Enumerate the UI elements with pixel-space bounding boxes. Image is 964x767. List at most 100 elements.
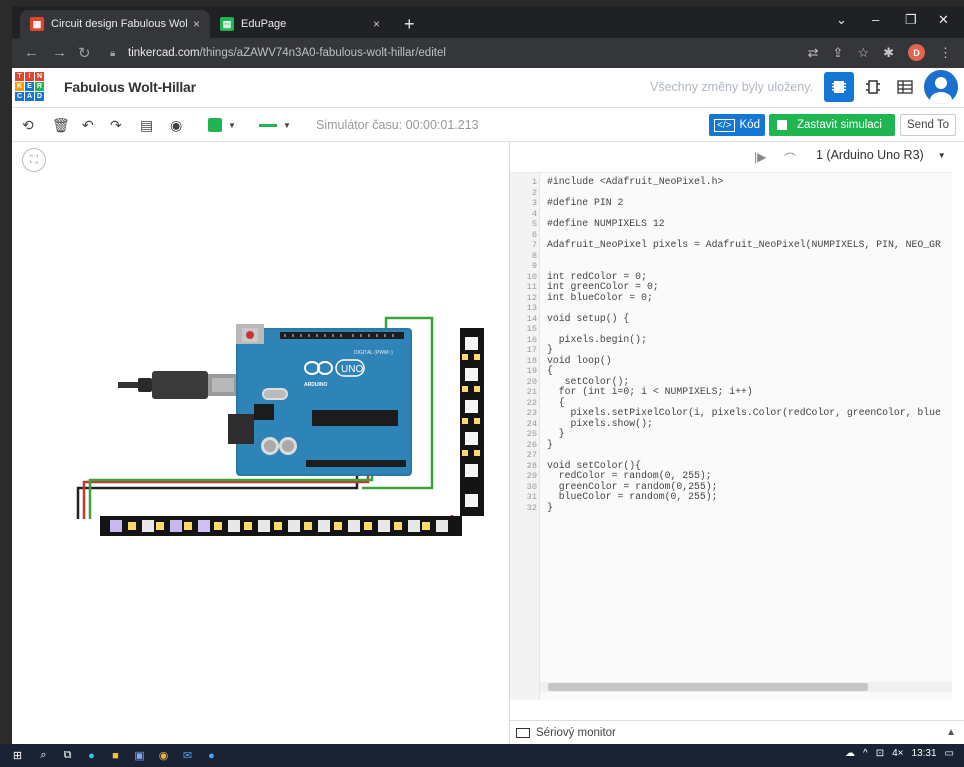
usb-cable[interactable] [118,371,238,399]
code-text: { [547,365,553,376]
send-to-button[interactable]: Send To [900,114,956,136]
code-editor[interactable]: 1 #include <Adafruit_NeoPixel.h> 2 3 #define… [510,172,952,700]
lock-icon: 🔒︎ [110,47,116,59]
code-line: 23 pixels.setPixelColor(i, pixels.Color(… [510,407,952,419]
code-line: 32} [510,502,952,514]
edge-icon[interactable]: ● [84,748,99,763]
code-line: 11 int greenColor = 0; [510,281,952,293]
clock[interactable]: 13:31 [912,748,937,759]
close-window-icon[interactable]: ✕ [938,12,949,28]
eye-icon[interactable]: ◉ [170,115,182,135]
minimize-icon[interactable]: – [872,12,879,27]
code-line: 17} [510,344,952,356]
line-number: 9 [531,261,537,271]
code-button-label: Kód [739,119,760,131]
chevron-up-icon[interactable]: ^ [863,748,868,759]
tab-title: Circuit design Fabulous Wolt-Hill [51,18,187,30]
color-picker[interactable]: ▼ [206,115,238,135]
menu-icon[interactable]: ⋮ [939,45,952,61]
uno-label: UNO [341,364,363,375]
line-number: 25 [526,429,537,439]
line-number: 31 [526,492,537,502]
volume-icon[interactable]: 4× [892,748,903,759]
wire-style-picker[interactable]: ▼ [254,115,296,135]
chrome-icon[interactable]: ◉ [156,748,171,763]
horizontal-scrollbar[interactable] [540,682,952,692]
scrollbar-thumb[interactable] [548,683,868,691]
close-icon[interactable]: × [193,17,200,31]
browser-tab-bar: ▦ Circuit design Fabulous Wolt-Hill × ▤ … [12,6,964,38]
notifications-icon[interactable]: ▭ [945,748,954,759]
extensions-icon[interactable]: ✱ [883,45,894,61]
code-line: 12 int blueColor = 0; [510,292,952,304]
serial-monitor-bar[interactable]: Sériový monitor ▲ [510,720,964,744]
code-text: pixels.setPixelColor(i, pixels.Color(red… [547,407,941,418]
restore-icon[interactable]: ❐ [905,12,917,28]
code-text: pixels.begin(); [547,333,647,345]
line-number: 3 [531,198,537,208]
tab-search-icon[interactable]: ⌄ [836,12,847,28]
star-icon[interactable]: ☆ [857,45,869,61]
address-bar: ← → ↻ 🔒︎ tinkercad.com /things/aZAWV74n3… [12,38,964,68]
logo-letter: R [35,82,44,91]
circuit-workplane[interactable]: ⛶ DIGITAL (PWM~) UNO ARDUINO [12,142,510,744]
translate-icon[interactable]: ⇄ [808,45,819,61]
code-line: 9 [510,261,952,272]
schematic-view-button[interactable] [858,72,888,102]
undo-icon[interactable]: ↶ [82,115,94,135]
vertical-scrollbar[interactable] [952,172,964,700]
tinkercad-logo[interactable]: TIN KER CAD [15,72,44,102]
line-number: 22 [526,397,537,408]
list-icon [897,80,913,94]
chevron-up-icon[interactable]: ▲ [946,727,956,738]
close-icon[interactable]: × [373,17,380,31]
debugger-icon[interactable]: |▶ [754,150,766,164]
logo-letter: N [35,72,44,81]
stop-simulation-button[interactable]: Zastavit simulaci [769,114,895,136]
board-select[interactable]: 1 (Arduino Uno R3) ▼ [816,148,946,162]
share-icon[interactable]: ⇪ [833,45,844,61]
code-button[interactable]: </> Kód [709,114,765,136]
windows-start-icon[interactable]: ⊞ [10,748,25,763]
line-number: 10 [526,271,537,282]
arduino-uno-board[interactable]: DIGITAL (PWM~) UNO ARDUINO [228,324,412,476]
mail-icon[interactable]: ✉ [180,748,195,763]
line-number: 4 [531,208,537,219]
file-explorer-icon[interactable]: ■ [108,748,123,763]
tab-circuit-design[interactable]: ▦ Circuit design Fabulous Wolt-Hill × [20,10,210,38]
url-input[interactable]: 🔒︎ tinkercad.com /things/aZAWV74n3A0-fab… [110,42,780,64]
reload-icon[interactable]: ↻ [78,44,91,62]
code-text: } [547,428,565,439]
search-icon[interactable]: ⌕ [36,748,51,763]
profile-avatar[interactable]: D [908,44,925,61]
network-icon[interactable]: ⊡ [876,748,884,759]
back-icon[interactable]: ← [24,44,39,61]
tab-edupage[interactable]: ▤ EduPage × [210,10,390,38]
store-icon[interactable]: ▣ [132,748,147,763]
app-icon[interactable]: ● [204,748,219,763]
color-swatch [208,118,223,132]
logo-letter: D [35,92,44,101]
line-number: 13 [526,303,537,313]
neopixel-strip-horizontal[interactable] [100,516,462,536]
user-avatar[interactable] [924,70,958,104]
logo-letter: C [15,92,24,101]
code-text: #define NUMPIXELS 12 [547,218,665,229]
chevron-down-icon: ▼ [228,120,236,130]
project-title[interactable]: Fabulous Wolt-Hillar [64,79,196,95]
library-icon[interactable]: ⌒ [784,150,796,167]
component-list-button[interactable] [890,72,920,102]
tinkercad-favicon-icon: ▦ [30,17,44,31]
notes-icon[interactable]: ▤ [140,115,153,135]
delete-icon[interactable]: 🗑︎ [52,115,70,135]
task-view-icon[interactable]: ⧉ [60,748,75,763]
rotate-icon[interactable]: ⟲ [22,115,34,135]
code-text: blueColor = random(0, 255); [547,491,718,502]
neopixel-strip-vertical[interactable] [460,328,484,516]
redo-icon[interactable]: ↷ [110,115,122,135]
new-tab-button[interactable]: + [404,14,415,35]
circuit-view-button[interactable] [824,72,854,102]
forward-icon[interactable]: → [52,44,67,61]
line-number: 14 [526,313,537,324]
onedrive-icon[interactable]: ☁ [845,748,855,759]
